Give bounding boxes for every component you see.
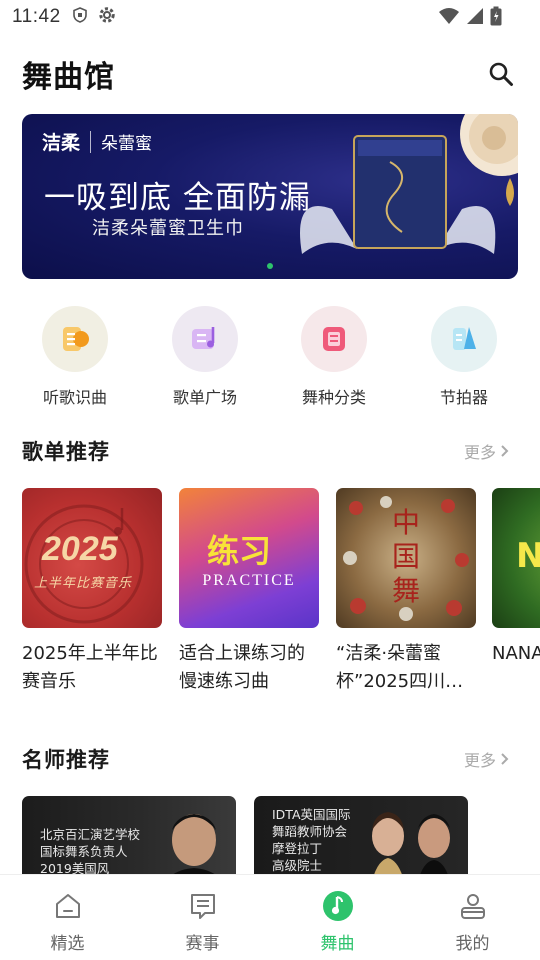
quick-entry-playlist-square[interactable]: 歌单广场	[150, 306, 260, 408]
banner-brand-divider	[90, 130, 92, 153]
quick-entry-circle	[172, 306, 238, 372]
playlist-title: 2025年上半年比赛音乐	[22, 643, 158, 692]
search-icon	[489, 62, 513, 86]
more-label: 更多	[463, 751, 496, 770]
quick-entry-label: 节拍器	[439, 388, 488, 407]
nav-label: 舞曲	[320, 934, 355, 954]
playlist-title: NANA赛音乐	[492, 643, 540, 664]
battery-icon	[490, 6, 502, 30]
teacher-carousel: 北京百汇演艺学校 国标舞系负责人 2019美国风 IDTA英国国际 舞蹈教师协会…	[22, 796, 540, 876]
quick-entry-label: 听歌识曲	[42, 388, 107, 407]
search-button[interactable]	[484, 57, 518, 91]
header: 舞曲馆	[22, 50, 518, 98]
teacher-portrait	[170, 814, 218, 876]
quick-entry-dance-category[interactable]: 舞种分类	[279, 306, 389, 408]
banner-subtitle: 洁柔朵蕾蜜卫生巾	[92, 218, 244, 239]
playlist-cover-subtitle: 上半年比赛音乐	[34, 576, 133, 591]
quick-entry-circle	[431, 306, 497, 372]
nav-item-profile[interactable]: 我的	[405, 875, 540, 960]
settings-gear-icon	[97, 5, 117, 29]
playlist-cover: 2025 上半年比赛音乐	[22, 488, 162, 628]
banner-brand-name: 洁柔	[42, 132, 81, 154]
more-label: 更多	[463, 443, 496, 462]
banner-product-illustration	[300, 114, 518, 254]
playlist-card[interactable]: 2025 上半年比赛音乐 2025年上半年比赛音乐	[22, 488, 162, 696]
teacher-card[interactable]: IDTA英国国际 舞蹈教师协会 摩登拉丁 高级院士	[254, 796, 468, 876]
teacher-card[interactable]: 北京百汇演艺学校 国标舞系负责人 2019美国风	[22, 796, 236, 876]
quick-entry-metronome[interactable]: 节拍器	[409, 306, 519, 408]
profile-icon	[456, 889, 490, 923]
quick-entry-circle	[301, 306, 367, 372]
teacher-section-header: 名师推荐 更多	[22, 744, 510, 774]
banner-brand-sub: 朵蕾蜜	[101, 134, 153, 154]
playlist-card[interactable]: N NANA赛音乐	[492, 488, 540, 696]
playlist-cover-title: 中国舞	[392, 506, 421, 607]
playlist-card[interactable]: 中国舞 “洁柔·朵蕾蜜杯”2025四川…	[336, 488, 476, 696]
playlist-more-link[interactable]: 更多	[464, 439, 510, 463]
promo-banner[interactable]: 洁柔 朵蕾蜜 一吸到底 全面防漏 洁柔朵蕾蜜卫生巾	[22, 114, 518, 279]
teacher-section-title: 名师推荐	[22, 748, 110, 772]
status-bar: 11:42	[0, 0, 540, 34]
nav-item-events[interactable]: 赛事	[135, 875, 270, 960]
playlist-section-header: 歌单推荐 更多	[22, 436, 510, 466]
playlist-card[interactable]: 练习 PRACTICE 适合上课练习的慢速练习曲	[179, 488, 319, 696]
metronome-icon	[453, 327, 476, 350]
playlist-cover-subtitle: PRACTICE	[202, 572, 296, 589]
quick-entry-circle	[42, 306, 108, 372]
playlist-carousel: 2025 上半年比赛音乐 2025年上半年比赛音乐 练习 PRACTICE 适合…	[22, 488, 540, 698]
playlist-square-icon	[192, 327, 215, 349]
chevron-right-icon	[501, 445, 509, 457]
playlist-section-title: 歌单推荐	[22, 440, 110, 464]
playlist-cover-title: 2025	[42, 530, 118, 568]
playlist-title: 适合上课练习的慢速练习曲	[179, 643, 305, 692]
dance-category-icon	[323, 327, 345, 351]
vpn-shield-icon	[71, 6, 89, 28]
playlist-cover: 练习 PRACTICE	[179, 488, 319, 628]
cell-signal-icon	[466, 7, 484, 29]
quick-entry-label: 歌单广场	[172, 388, 237, 407]
quick-entry-row: 听歌识曲 歌单广场 舞种分类 节拍器	[0, 306, 540, 408]
events-icon	[186, 889, 220, 923]
bottom-navigation: 精选 赛事 舞曲 我的	[0, 874, 540, 960]
banner-dot-active[interactable]	[267, 263, 273, 269]
nav-item-featured[interactable]: 精选	[0, 875, 135, 960]
playlist-cover: 中国舞	[336, 488, 476, 628]
home-icon	[51, 889, 85, 923]
playlist-title: “洁柔·朵蕾蜜杯”2025四川…	[336, 643, 464, 692]
recognize-music-icon	[63, 327, 89, 351]
page-title: 舞曲馆	[22, 60, 115, 95]
music-note-icon	[321, 889, 355, 923]
quick-entry-recognize[interactable]: 听歌识曲	[20, 306, 130, 408]
nav-label: 我的	[455, 934, 490, 954]
banner-brand: 洁柔 朵蕾蜜	[42, 128, 152, 155]
wifi-icon	[438, 7, 460, 29]
nav-label: 精选	[50, 934, 85, 954]
nav-label: 赛事	[185, 934, 220, 954]
banner-headline: 一吸到底 全面防漏	[44, 180, 311, 216]
playlist-cover-title: 练习	[207, 532, 272, 570]
playlist-cover-title: N	[516, 536, 540, 576]
status-time: 11:42	[12, 6, 61, 27]
nav-item-dance-music[interactable]: 舞曲	[270, 875, 405, 960]
chevron-right-icon	[501, 753, 509, 765]
banner-pagination	[22, 263, 518, 269]
teacher-more-link[interactable]: 更多	[464, 747, 510, 771]
teacher-portrait	[372, 812, 450, 876]
playlist-cover: N	[492, 488, 540, 628]
quick-entry-label: 舞种分类	[301, 388, 366, 407]
